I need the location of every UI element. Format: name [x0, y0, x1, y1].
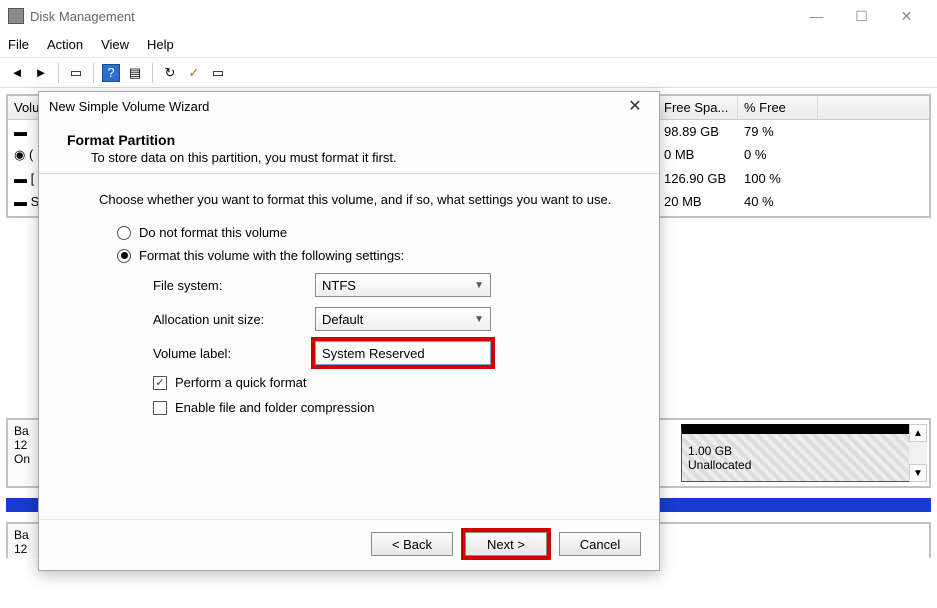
next-button[interactable]: Next >: [465, 532, 547, 556]
dialog-heading: Format Partition: [67, 132, 641, 148]
partition-state: Unallocated: [688, 458, 918, 472]
filesystem-label: File system:: [153, 278, 315, 293]
radio-do-not-format[interactable]: [117, 226, 131, 240]
separator: [152, 63, 153, 83]
scroll-up-icon[interactable]: ▲: [909, 424, 927, 442]
col-freespace[interactable]: Free Spa...: [658, 96, 738, 119]
separator: [93, 63, 94, 83]
separator: [58, 63, 59, 83]
col-spacer: [818, 96, 929, 119]
chevron-down-icon: ▼: [474, 280, 484, 291]
toolbar: ◄ ► ▭ ? ▤ ↻ ✓ ▭: [0, 58, 937, 88]
dialog-close-icon[interactable]: ✕: [621, 96, 649, 116]
volume-label-label: Volume label:: [153, 346, 315, 361]
maximize-button[interactable]: ☐: [839, 2, 884, 30]
compression-label: Enable file and folder compression: [175, 400, 374, 415]
back-button[interactable]: < Back: [371, 532, 453, 556]
menu-action[interactable]: Action: [47, 37, 83, 52]
radio-do-not-format-label: Do not format this volume: [139, 225, 287, 240]
menu-view[interactable]: View: [101, 37, 129, 52]
partition-unallocated[interactable]: 1.00 GB Unallocated: [681, 424, 925, 482]
chevron-down-icon: ▼: [474, 314, 484, 325]
menu-file[interactable]: File: [8, 37, 29, 52]
filesystem-select[interactable]: NTFS ▼: [315, 273, 491, 297]
dialog-title: New Simple Volume Wizard: [49, 99, 209, 114]
cancel-button[interactable]: Cancel: [559, 532, 641, 556]
radio-format-volume[interactable]: [117, 249, 131, 263]
settings-icon[interactable]: ▤: [126, 64, 144, 82]
new-simple-volume-wizard: New Simple Volume Wizard ✕ Format Partit…: [38, 91, 660, 571]
list-icon[interactable]: ▭: [209, 64, 227, 82]
check-icon[interactable]: ✓: [185, 64, 203, 82]
quick-format-checkbox[interactable]: [153, 376, 167, 390]
close-button[interactable]: ✕: [884, 2, 929, 30]
menubar: File Action View Help: [0, 32, 937, 58]
vertical-scrollbar[interactable]: ▲ ▼: [909, 424, 927, 482]
dialog-subheading: To store data on this partition, you mus…: [91, 150, 641, 165]
minimize-button[interactable]: —: [794, 2, 839, 30]
menu-help[interactable]: Help: [147, 37, 174, 52]
forward-icon[interactable]: ►: [32, 64, 50, 82]
dialog-prompt: Choose whether you want to format this v…: [99, 192, 641, 207]
show-hide-icon[interactable]: ▭: [67, 64, 85, 82]
radio-format-volume-label: Format this volume with the following se…: [139, 248, 404, 263]
refresh-icon[interactable]: ↻: [161, 64, 179, 82]
partition-size: 1.00 GB: [688, 444, 918, 458]
scroll-down-icon[interactable]: ▼: [909, 464, 927, 482]
window-title: Disk Management: [30, 9, 135, 24]
window-titlebar: Disk Management — ☐ ✕: [0, 0, 937, 32]
divider: [39, 173, 659, 174]
help-icon[interactable]: ?: [102, 64, 120, 82]
allocation-label: Allocation unit size:: [153, 312, 315, 327]
col-pctfree[interactable]: % Free: [738, 96, 818, 119]
quick-format-label: Perform a quick format: [175, 375, 307, 390]
app-icon: [8, 8, 24, 24]
back-icon[interactable]: ◄: [8, 64, 26, 82]
volume-label-input[interactable]: System Reserved: [315, 341, 491, 365]
allocation-select[interactable]: Default ▼: [315, 307, 491, 331]
compression-checkbox[interactable]: [153, 401, 167, 415]
